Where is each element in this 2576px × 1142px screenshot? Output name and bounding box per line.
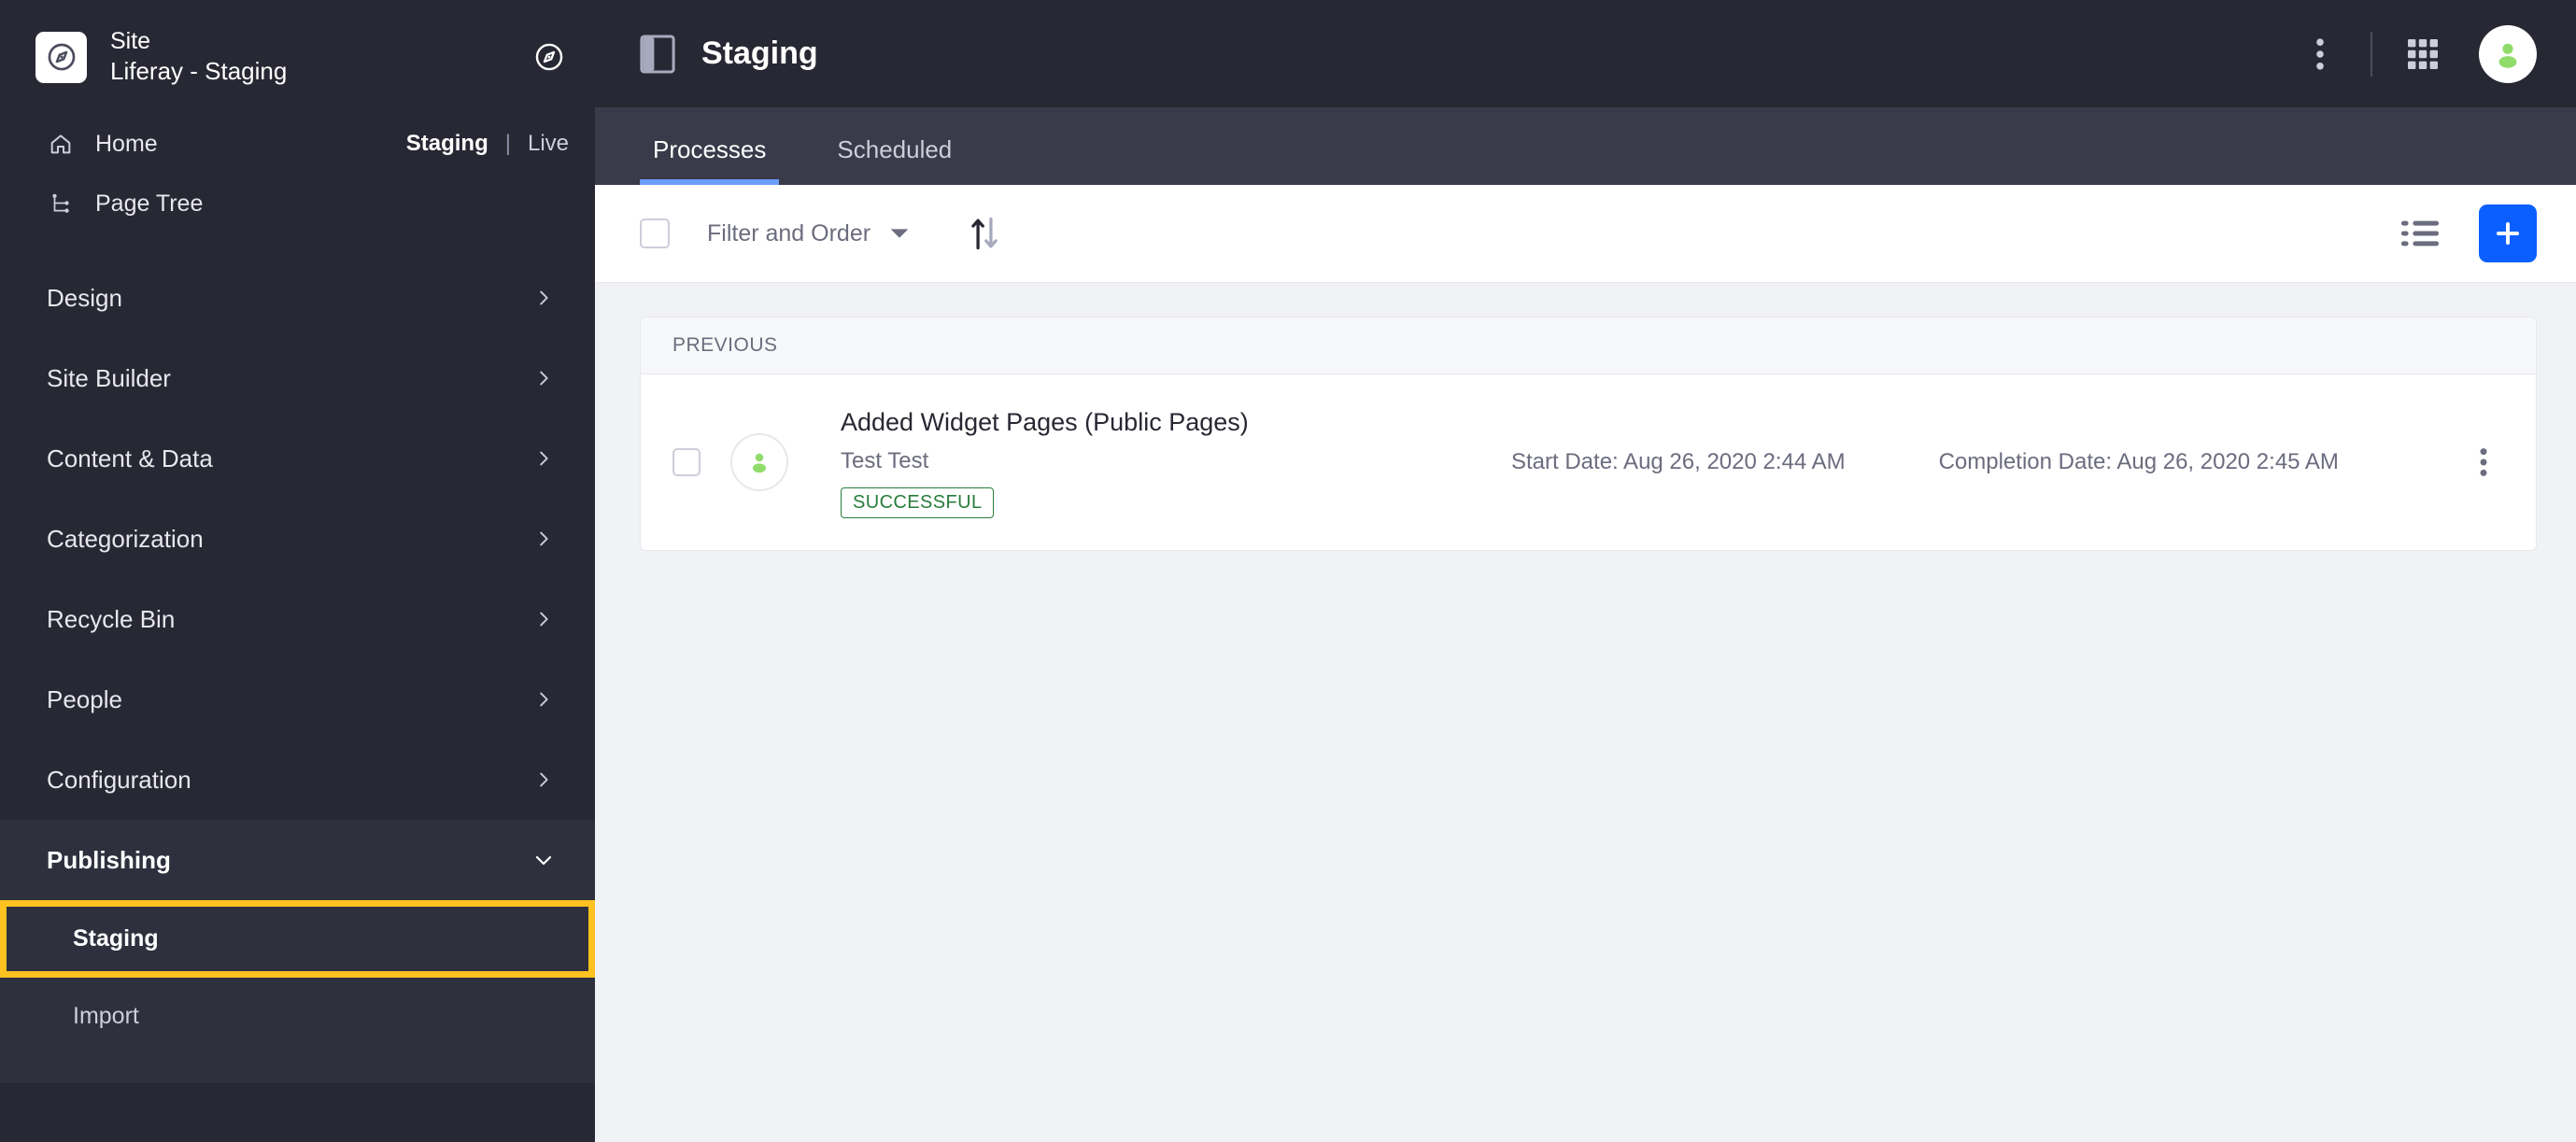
sidebar-section-label: Design	[47, 283, 122, 312]
sidebar-subitem-label: Import	[73, 1003, 139, 1029]
tab-processes[interactable]: Processes	[640, 135, 780, 185]
caret-down-icon	[889, 227, 910, 240]
sidebar-section-publishing[interactable]: Publishing	[0, 820, 595, 900]
topbar-divider	[2371, 31, 2372, 77]
page-title: Staging	[701, 35, 818, 71]
row-start-date: Start Date: Aug 26, 2020 2:44 AM	[1511, 449, 1846, 475]
content-area: PREVIOUS Added Widget Pages (Public Page…	[595, 283, 2576, 1142]
add-button[interactable]	[2479, 204, 2537, 262]
sidebar-section-label: Categorization	[47, 524, 204, 553]
sidebar-section-label: Site Builder	[47, 363, 171, 392]
top-header: Staging	[595, 0, 2576, 107]
sort-arrows-icon[interactable]	[970, 216, 999, 251]
tab-label: Scheduled	[837, 135, 953, 163]
chevron-right-icon	[531, 687, 556, 712]
sidebar-section-recycle-bin[interactable]: Recycle Bin	[0, 579, 595, 659]
chevron-right-icon	[531, 607, 556, 631]
sidebar-section-label: Publishing	[47, 845, 171, 874]
main-area: Staging Processes Scheduled Filter and O…	[595, 0, 2576, 1142]
user-avatar-icon[interactable]	[2479, 24, 2537, 83]
row-user-icon	[730, 433, 788, 492]
plus-icon	[2497, 222, 2519, 245]
sidebar-section-site-builder[interactable]: Site Builder	[0, 338, 595, 418]
chevron-right-icon	[531, 366, 556, 390]
tab-bar: Processes Scheduled	[595, 107, 2576, 185]
chevron-down-icon	[531, 848, 556, 872]
sidebar-section-label: People	[47, 684, 122, 713]
compass-icon	[535, 43, 563, 71]
sidebar-item-label: Page Tree	[95, 190, 204, 217]
chevron-right-icon	[531, 527, 556, 551]
sidebar-subitem-label: Staging	[73, 925, 159, 952]
site-title: Liferay - Staging	[110, 57, 288, 86]
sidebar-section-label: Configuration	[47, 765, 191, 794]
sidebar-section-configuration[interactable]: Configuration	[0, 740, 595, 820]
status-badge: SUCCESSFUL	[841, 487, 995, 519]
sidebar-item-home[interactable]: Home Staging | Live	[0, 114, 595, 174]
site-header: Site Liferay - Staging	[0, 0, 595, 114]
row-main-block: Added Widget Pages (Public Pages) Test T…	[841, 406, 1420, 519]
sidebar-section-categorization[interactable]: Categorization	[0, 499, 595, 579]
select-all-checkbox[interactable]	[640, 219, 670, 248]
tab-scheduled[interactable]: Scheduled	[824, 135, 965, 185]
home-icon	[47, 130, 75, 158]
site-compass-button[interactable]	[533, 41, 565, 73]
group-header-previous: PREVIOUS	[641, 317, 2536, 374]
site-name-block: Site Liferay - Staging	[110, 26, 287, 87]
app-grid-icon[interactable]	[2400, 32, 2445, 77]
site-kicker: Site	[110, 28, 151, 55]
page-tree-icon	[47, 190, 75, 218]
row-checkbox[interactable]	[672, 448, 701, 477]
sidebar-divider-gap	[0, 233, 595, 258]
sidebar-item-page-tree[interactable]: Page Tree	[0, 174, 595, 233]
sidebar-publishing-submenu: Staging Import	[0, 900, 595, 1083]
user-icon	[753, 453, 766, 473]
compass-icon	[48, 43, 75, 71]
stage-toggle-live[interactable]: Live	[528, 131, 569, 157]
row-title: Added Widget Pages (Public Pages)	[841, 408, 1249, 436]
site-logo	[35, 31, 87, 83]
process-list-card: PREVIOUS Added Widget Pages (Public Page…	[640, 317, 2537, 552]
stage-live-toggle: Staging | Live	[406, 131, 569, 157]
stage-toggle-separator: |	[504, 131, 511, 156]
sidebar-section-label: Content & Data	[47, 444, 213, 472]
filter-and-order-label: Filter and Order	[707, 219, 871, 247]
list-view-icon[interactable]	[2400, 217, 2440, 250]
side-panel-toggle-icon[interactable]	[640, 34, 675, 74]
row-subtitle: Test Test	[841, 448, 929, 474]
sidebar-item-label: Home	[95, 130, 158, 157]
sidebar-item-staging[interactable]: Staging	[0, 900, 595, 978]
chevron-right-icon	[531, 446, 556, 471]
sidebar-section-content-and-data[interactable]: Content & Data	[0, 418, 595, 499]
sidebar: Site Liferay - Staging Home Staging | Li…	[0, 0, 595, 1142]
chevron-right-icon	[531, 286, 556, 310]
stage-toggle-staging[interactable]: Staging	[406, 131, 488, 157]
sidebar-item-import[interactable]: Import	[0, 978, 595, 1055]
row-kebab-icon[interactable]	[2463, 442, 2504, 483]
management-toolbar: Filter and Order	[595, 185, 2576, 283]
app-root: Site Liferay - Staging Home Staging | Li…	[0, 0, 2576, 1142]
table-row[interactable]: Added Widget Pages (Public Pages) Test T…	[641, 374, 2536, 550]
vertical-kebab-icon[interactable]	[2298, 32, 2342, 77]
sidebar-section-label: Recycle Bin	[47, 604, 176, 633]
row-completion-date: Completion Date: Aug 26, 2020 2:45 AM	[1938, 449, 2339, 475]
chevron-right-icon	[531, 768, 556, 792]
sidebar-section-design[interactable]: Design	[0, 258, 595, 338]
filter-and-order-dropdown[interactable]: Filter and Order	[707, 220, 910, 247]
sidebar-section-people[interactable]: People	[0, 659, 595, 740]
tab-label: Processes	[653, 135, 767, 163]
